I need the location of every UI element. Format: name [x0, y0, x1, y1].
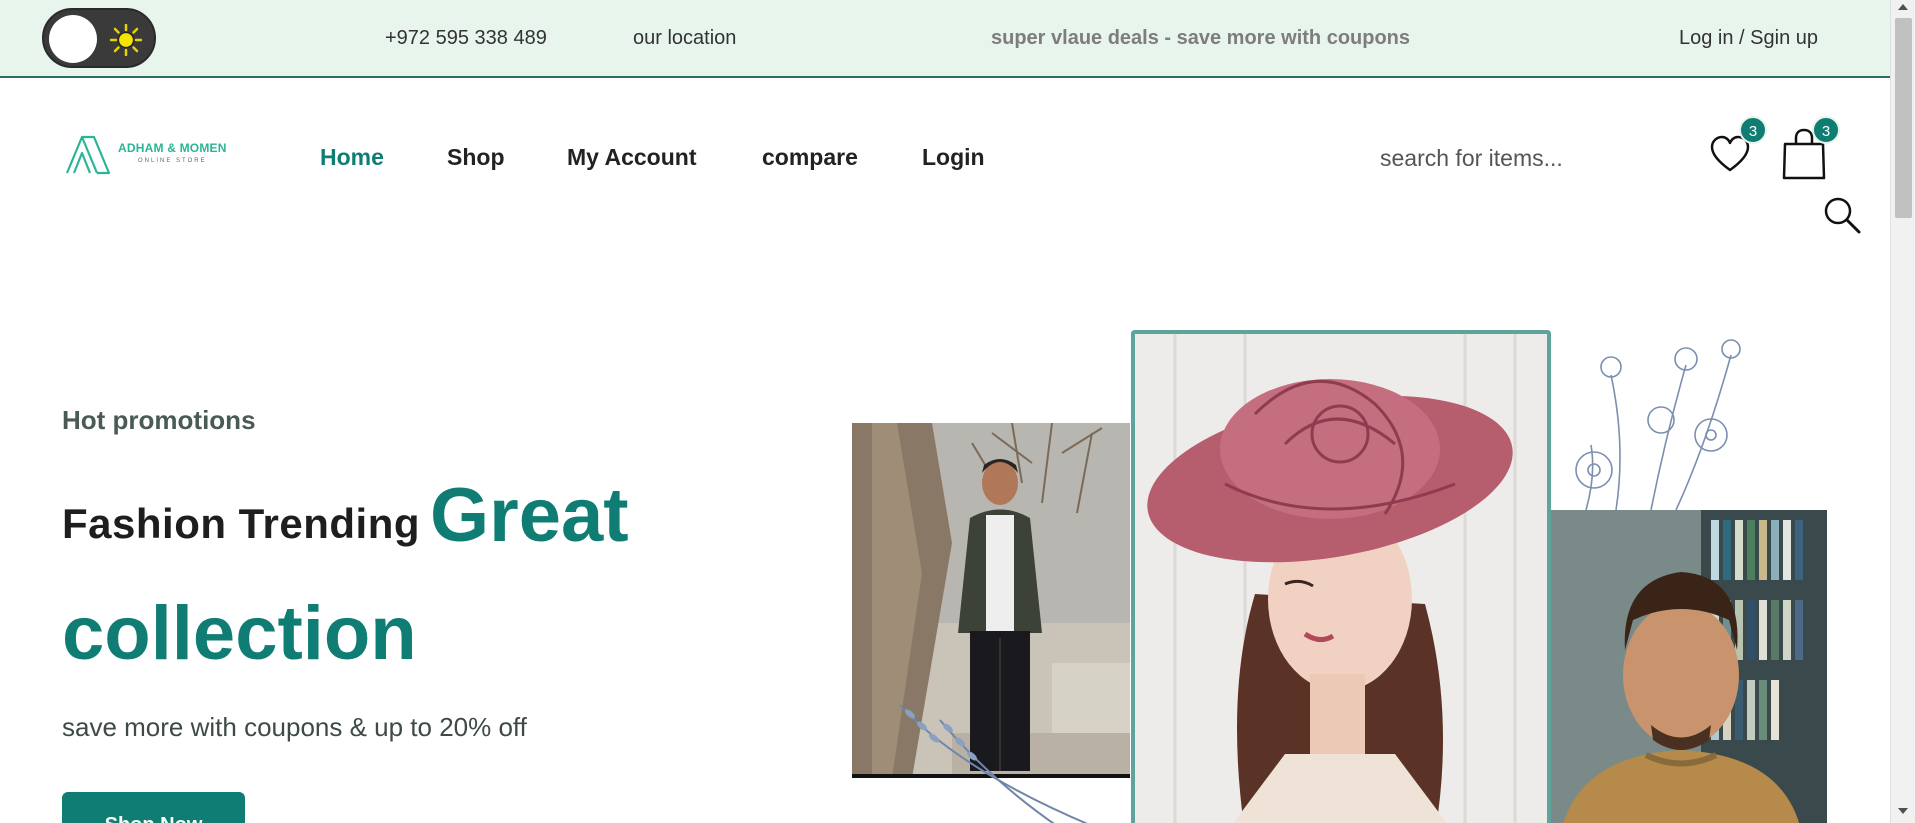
- theme-toggle[interactable]: [42, 8, 156, 68]
- toggle-knob: [49, 15, 97, 63]
- page-scrollbar[interactable]: [1890, 0, 1915, 823]
- hero-promo-label: Hot promotions: [62, 405, 256, 435]
- scroll-down-arrow-icon[interactable]: [1898, 808, 1908, 814]
- scrollbar-thumb[interactable]: [1895, 18, 1912, 218]
- cart-count-badge: 3: [1812, 116, 1840, 144]
- logo-tagline: ONLINE STORE: [138, 158, 207, 164]
- model-photo-man-books: [1551, 510, 1827, 823]
- login-signup-link[interactable]: Log in / Sgin up: [1679, 27, 1818, 50]
- site-logo[interactable]: ADHAM & MOMEN ONLINE STORE: [64, 133, 234, 175]
- wishlist-count-badge: 3: [1739, 116, 1767, 144]
- deals-banner: super vlaue deals - save more with coupo…: [991, 27, 1411, 49]
- hero-title-part1: Fashion Trending: [62, 500, 421, 547]
- sun-icon: [110, 24, 142, 56]
- location-link[interactable]: our location: [633, 27, 736, 50]
- flowers-decoration: [1575, 339, 1741, 510]
- hero-subtitle: save more with coupons & up to 20% off: [62, 712, 527, 742]
- search-icon[interactable]: [1822, 195, 1862, 235]
- logo-mark-icon: [65, 135, 111, 175]
- nav-shop[interactable]: Shop: [447, 144, 505, 171]
- nav-home[interactable]: Home: [320, 144, 384, 171]
- logo-name: ADHAM & MOMEN: [118, 141, 227, 155]
- phone-number[interactable]: +972 595 338 489: [385, 27, 547, 50]
- shop-now-button[interactable]: Shop Now: [62, 792, 245, 823]
- search-input[interactable]: [1380, 138, 1610, 178]
- nav-login[interactable]: Login: [922, 144, 985, 171]
- lavender-decoration: [899, 704, 1088, 823]
- scroll-up-arrow-icon[interactable]: [1898, 4, 1908, 10]
- top-bar: +972 595 338 489 our location super vlau…: [0, 0, 1890, 78]
- model-photo-woman-hat: [1131, 330, 1551, 823]
- nav-compare[interactable]: compare: [762, 144, 858, 171]
- nav-my-account[interactable]: My Account: [567, 144, 697, 171]
- hero-title-part3: collection: [62, 591, 417, 676]
- hero-title-part2: Great: [430, 473, 629, 558]
- page: +972 595 338 489 our location super vlau…: [0, 0, 1915, 823]
